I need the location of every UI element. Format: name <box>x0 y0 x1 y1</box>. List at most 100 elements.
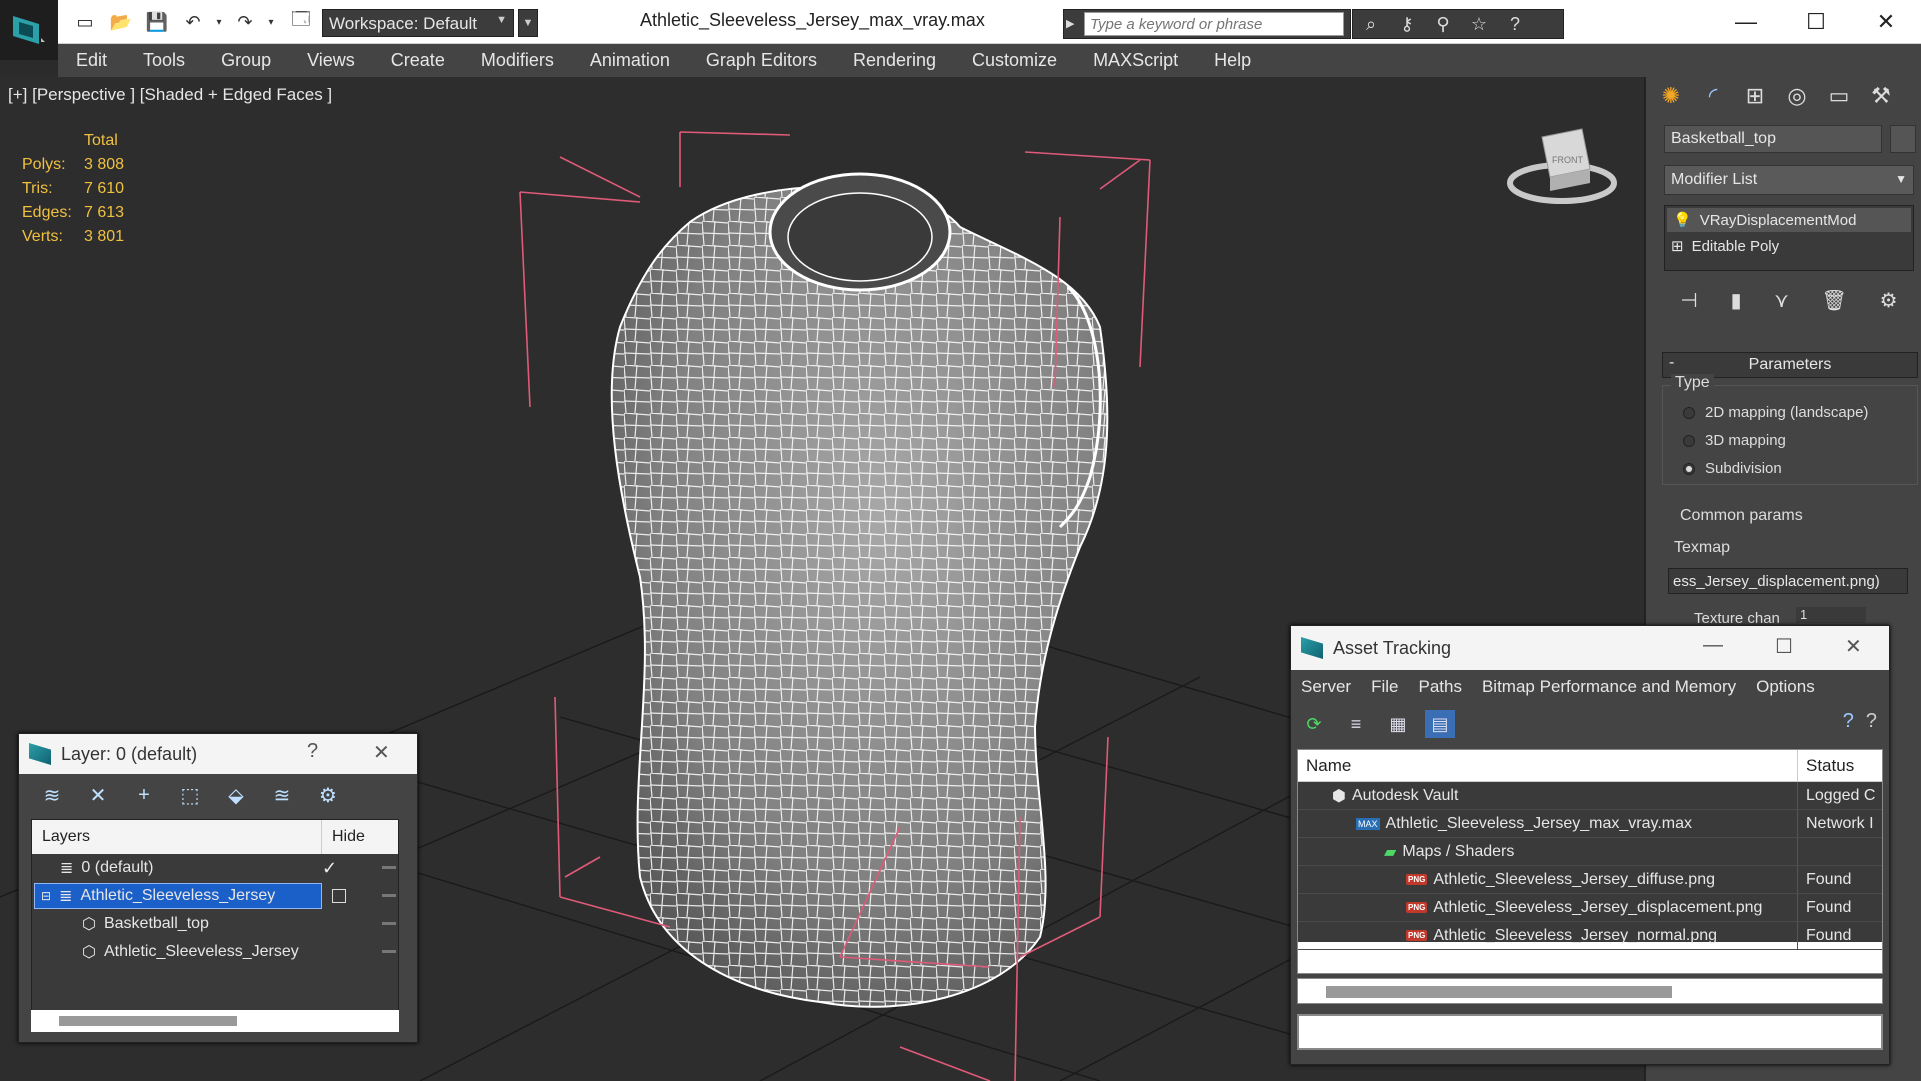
workspace-more-button[interactable]: ▼ <box>518 9 538 37</box>
col-status[interactable]: Status <box>1798 756 1854 776</box>
play-icon[interactable]: ▶ <box>1066 17 1080 31</box>
undo-icon[interactable]: ↶ <box>180 9 206 35</box>
object-color-swatch[interactable] <box>1890 125 1916 153</box>
layer-row[interactable]: ⊟ ≣ Athletic_Sleeveless_Jersey <box>32 882 398 910</box>
help-icon[interactable]: ? <box>1503 12 1527 36</box>
help-button[interactable]: ? <box>307 740 318 763</box>
col-hide[interactable]: Hide <box>322 828 365 846</box>
expand-plus-icon[interactable]: ⊞ <box>1671 237 1684 255</box>
context-help-icon[interactable]: ? <box>1866 710 1877 733</box>
make-unique-icon[interactable]: ⋎ <box>1774 288 1789 313</box>
pin-stack-icon[interactable]: ⊣ <box>1680 288 1697 313</box>
radio-subdivision[interactable]: Subdivision <box>1683 460 1782 477</box>
layer-settings-icon[interactable]: ⚙ <box>315 782 341 808</box>
texmap-button[interactable]: ess_Jersey_displacement.png) <box>1668 568 1908 594</box>
table-view-icon[interactable]: ▤ <box>1425 710 1455 738</box>
radio-3d-mapping[interactable]: 3D mapping <box>1683 432 1786 449</box>
modifier-list-dropdown[interactable]: Modifier List ▼ <box>1664 165 1914 195</box>
hide-toggle[interactable] <box>382 866 396 869</box>
configure-sets-icon[interactable]: ⚙ <box>1880 288 1898 313</box>
lightbulb-icon[interactable]: 💡 <box>1673 211 1692 229</box>
collapse-icon[interactable]: ⊟ <box>41 889 51 903</box>
menu-help[interactable]: Help <box>1196 50 1269 71</box>
create-tab-icon[interactable]: ✺ <box>1654 79 1688 113</box>
motion-tab-icon[interactable]: ◎ <box>1780 79 1814 113</box>
viewcube[interactable]: FRONT <box>1507 128 1617 204</box>
horizontal-scrollbar[interactable] <box>31 1010 399 1032</box>
create-layer-icon[interactable]: ≋ <box>39 782 65 808</box>
new-file-icon[interactable]: ▭ <box>72 9 98 35</box>
close-button[interactable]: ✕ <box>1851 0 1921 44</box>
menu-animation[interactable]: Animation <box>572 50 688 71</box>
utilities-tab-icon[interactable]: ⚒ <box>1864 79 1898 113</box>
menu-edit[interactable]: Edit <box>58 50 125 71</box>
stack-item-editable-poly[interactable]: ⊞ Editable Poly <box>1665 234 1913 258</box>
col-name[interactable]: Name <box>1298 750 1798 781</box>
menu-modifiers[interactable]: Modifiers <box>463 50 572 71</box>
menu-views[interactable]: Views <box>289 50 373 71</box>
save-icon[interactable]: 💾 <box>144 9 170 35</box>
scrollbar-thumb[interactable] <box>1326 986 1672 998</box>
set-current-layer-icon[interactable]: ≊ <box>269 782 295 808</box>
texture-channel-field[interactable]: 1 <box>1796 607 1866 623</box>
workspace-dropdown[interactable]: Workspace: Default ▼ <box>322 9 514 37</box>
layer-row[interactable]: ⬡ Athletic_Sleeveless_Jersey <box>32 938 398 966</box>
star-icon[interactable]: ☆ <box>1467 12 1491 36</box>
show-end-result-icon[interactable]: ▮ <box>1730 288 1741 313</box>
refresh-icon[interactable]: ⟳ <box>1299 710 1329 738</box>
sign-in-icon[interactable]: ⚲ <box>1431 12 1455 36</box>
horizontal-scrollbar[interactable] <box>1297 978 1883 1004</box>
col-layers[interactable]: Layers <box>32 820 322 854</box>
minimize-button[interactable]: — <box>1711 0 1781 44</box>
asset-row[interactable]: ⬢ Autodesk Vault Logged C <box>1298 782 1882 810</box>
menu-tools[interactable]: Tools <box>125 50 203 71</box>
radio-2d-mapping[interactable]: 2D mapping (landscape) <box>1683 404 1868 421</box>
asset-row[interactable]: MAX Athletic_Sleeveless_Jersey_max_vray.m… <box>1298 810 1882 838</box>
asset-menu-server[interactable]: Server <box>1291 677 1361 697</box>
hide-toggle[interactable] <box>382 950 396 953</box>
help-icon[interactable]: ? <box>1843 710 1854 733</box>
thumbnail-view-icon[interactable]: ▦ <box>1383 710 1413 738</box>
menu-rendering[interactable]: Rendering <box>835 50 954 71</box>
asset-menu-paths[interactable]: Paths <box>1408 677 1471 697</box>
redo-dropdown-icon[interactable]: ▾ <box>258 9 284 35</box>
search-input[interactable] <box>1084 12 1344 36</box>
asset-row[interactable]: ▰ Maps / Shaders <box>1298 838 1882 866</box>
key-icon[interactable]: ⚷ <box>1395 12 1419 36</box>
object-name-field[interactable]: Basketball_top <box>1664 125 1882 153</box>
menu-create[interactable]: Create <box>373 50 463 71</box>
list-view-icon[interactable]: ≡ <box>1341 710 1371 738</box>
asset-menu-bitmap[interactable]: Bitmap Performance and Memory <box>1472 677 1746 697</box>
maximize-icon[interactable]: ☐ <box>1775 634 1793 659</box>
asset-menu-options[interactable]: Options <box>1746 677 1825 697</box>
maximize-button[interactable]: ☐ <box>1781 0 1851 44</box>
asset-row[interactable]: PNG Athletic_Sleeveless_Jersey_diffuse.pn… <box>1298 866 1882 894</box>
minimize-icon[interactable]: — <box>1703 634 1723 657</box>
hide-toggle[interactable] <box>382 894 396 897</box>
add-to-layer-icon[interactable]: + <box>131 782 157 808</box>
current-layer-box[interactable] <box>332 889 346 903</box>
display-tab-icon[interactable]: ▭ <box>1822 79 1856 113</box>
project-folder-icon[interactable]: 🗔 <box>288 9 314 35</box>
select-layer-icon[interactable]: ⬙ <box>223 782 249 808</box>
close-icon[interactable]: ✕ <box>373 740 390 765</box>
app-logo[interactable] <box>0 0 58 60</box>
modify-tab-icon[interactable]: ◜ <box>1696 79 1730 113</box>
delete-layer-icon[interactable]: ✕ <box>85 782 111 808</box>
viewport-label[interactable]: [+] [Perspective ] [Shaded + Edged Faces… <box>8 85 332 105</box>
stack-item-vraydisplacement[interactable]: 💡 VRayDisplacementMod <box>1667 208 1911 232</box>
asset-row[interactable]: PNG Athletic_Sleeveless_Jersey_displaceme… <box>1298 894 1882 922</box>
remove-modifier-icon[interactable]: 🗑 <box>1822 288 1847 313</box>
undo-dropdown-icon[interactable]: ▾ <box>206 9 232 35</box>
asset-menu-file[interactable]: File <box>1361 677 1408 697</box>
menu-customize[interactable]: Customize <box>954 50 1075 71</box>
layer-row[interactable]: ⬡ Basketball_top <box>32 910 398 938</box>
redo-icon[interactable]: ↷ <box>232 9 258 35</box>
jersey-mesh[interactable] <box>610 172 1109 1008</box>
select-objects-icon[interactable]: ⬚ <box>177 782 203 808</box>
open-file-icon[interactable]: 📂 <box>108 9 134 35</box>
hide-toggle[interactable] <box>382 922 396 925</box>
close-icon[interactable]: ✕ <box>1845 634 1862 659</box>
scrollbar-thumb[interactable] <box>59 1016 237 1026</box>
asset-row[interactable]: PNG Athletic_Sleeveless_Jersey_normal.png… <box>1298 922 1882 950</box>
